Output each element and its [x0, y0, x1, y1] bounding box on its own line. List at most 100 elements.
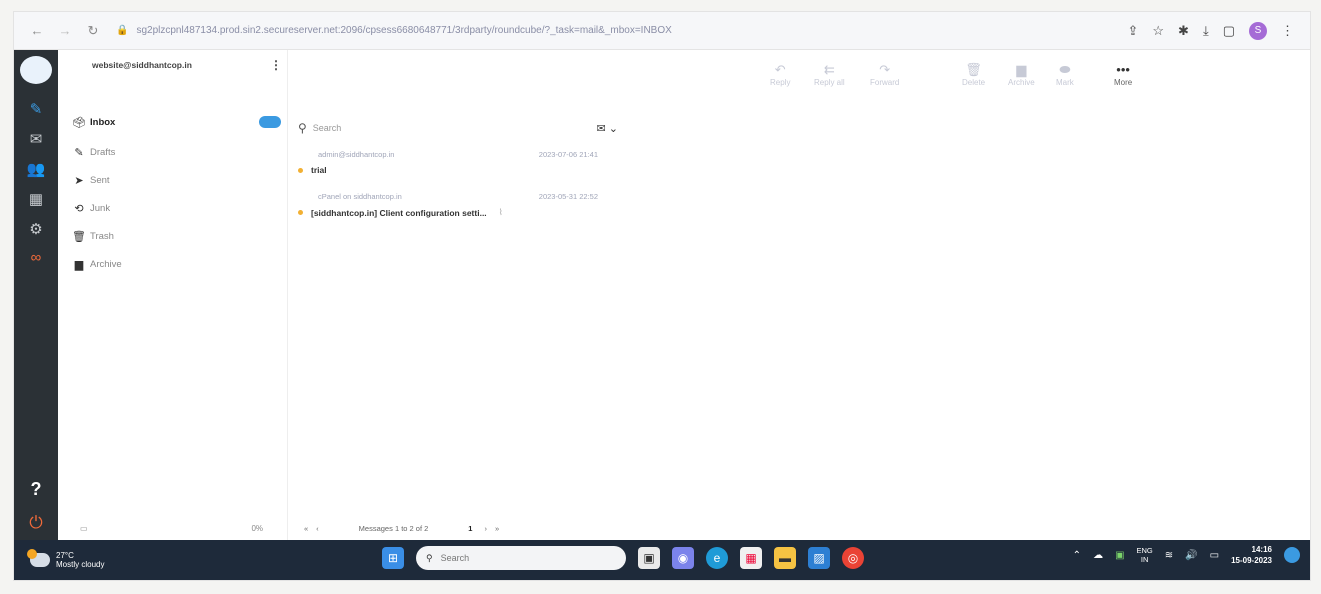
current-page: 1 — [468, 523, 473, 533]
browser-menu-icon[interactable]: ⋮ — [1281, 23, 1294, 39]
help-icon[interactable]: ? — [22, 478, 50, 500]
message-subject-row: [siddhantcop.in] Client configuration se… — [298, 207, 598, 218]
toolbar-reply-all-button[interactable]: ⇇ Reply all — [814, 62, 845, 87]
toolbar-label: Delete — [962, 78, 986, 87]
address-bar[interactable]: 🔒 sg2plzcpnl487134.prod.sin2.secureserve… — [116, 19, 1036, 43]
download-icon[interactable]: ⤓ — [1203, 23, 1209, 39]
task-view-icon[interactable]: ▣ — [638, 547, 660, 569]
volume-icon[interactable]: 🔊 — [1185, 550, 1197, 561]
attachment-icon: ⌇ — [498, 207, 503, 217]
clock-date: 15-09-2023 — [1231, 556, 1272, 565]
reload-icon[interactable]: ↻ — [84, 23, 102, 39]
toolbar-delete-button[interactable]: 🗑 Delete — [962, 62, 985, 87]
settings-icon[interactable]: ⚙ — [22, 218, 50, 240]
chat-icon[interactable]: ◉ — [672, 547, 694, 569]
tray-app-icon[interactable]: ▣ — [1115, 550, 1124, 561]
account-email: website@siddhantcop.in — [92, 60, 192, 70]
folder-sent[interactable]: ➤ Sent — [68, 170, 283, 190]
taskbar-search[interactable]: ⚲ Search — [416, 546, 626, 570]
folder-trash[interactable]: 🗑 Trash — [68, 226, 283, 246]
archive-icon: ▆ — [1016, 62, 1027, 77]
toolbar-label: Reply — [770, 78, 791, 87]
star-icon[interactable]: ☆ — [1152, 23, 1164, 39]
calendar-icon[interactable]: ▦ — [22, 188, 50, 210]
battery-icon[interactable]: ▭ — [1210, 550, 1219, 561]
message-row[interactable]: cPanel on siddhantcop.in 2023-05-31 22:52… — [298, 192, 598, 218]
toolbar-forward-button[interactable]: ↷ Forward — [870, 62, 899, 87]
message-meta: admin@siddhantcop.in 2023-07-06 21:41 — [298, 150, 598, 159]
mail-icon[interactable]: ✉ — [22, 128, 50, 150]
chrome-icon[interactable]: ◎ — [842, 547, 864, 569]
toolbar-reply-button[interactable]: ↶ Reply — [770, 62, 790, 87]
folder-label: Inbox — [90, 116, 116, 128]
onedrive-icon[interactable]: ☁ — [1093, 550, 1103, 561]
toolbar-label: Mark — [1056, 78, 1074, 87]
message-row[interactable]: admin@siddhantcop.in 2023-07-06 21:41 tria… — [298, 150, 598, 175]
message-from: cPanel on siddhantcop.in — [318, 192, 402, 201]
taskbar-search-icon: ⚲ — [426, 552, 433, 563]
edge-icon[interactable]: e — [706, 547, 728, 569]
folder-pane: website@siddhantcop.in ⋮ 🗳 Inbox ✎ Drafts ➤ S… — [58, 50, 288, 540]
cpanel-icon[interactable]: ∞ — [22, 246, 50, 268]
toolbar-mark-button[interactable]: ⬬ Mark — [1056, 62, 1074, 87]
photos-icon[interactable]: ▨ — [808, 547, 830, 569]
prev-page-icon[interactable]: ‹ — [316, 524, 319, 533]
folder-label: Sent — [90, 174, 110, 186]
unread-dot-icon — [298, 210, 303, 215]
clock[interactable]: 14:16 15-09-2023 — [1231, 544, 1272, 566]
extensions-icon[interactable]: ✱ — [1178, 23, 1189, 39]
weather-cloud-icon — [27, 549, 50, 567]
sidebar-toggle-icon[interactable]: ▢ — [1223, 23, 1235, 39]
envelope-filter-icon[interactable]: ✉ ⌄ — [597, 122, 619, 135]
file-explorer-icon[interactable]: ▬ — [774, 547, 796, 569]
first-page-icon[interactable]: « — [304, 524, 308, 533]
account-menu-icon[interactable]: ⋮ — [270, 58, 282, 72]
windows-taskbar: 27°C Mostly cloudy ⊞ ⚲ Search ▣ ◉ e ▦ ▬ … — [14, 540, 1310, 580]
reply-all-icon: ⇇ — [823, 62, 835, 77]
back-icon[interactable]: ← — [28, 23, 46, 38]
notification-icon[interactable] — [1284, 547, 1300, 563]
browser-tools: ⇪ ☆ ✱ ⤓ ▢ S ⋮ — [1127, 21, 1310, 40]
weather-temp: 27°C — [56, 551, 74, 560]
contacts-icon[interactable]: 👥 — [22, 158, 50, 180]
next-page-icon[interactable]: › — [484, 524, 487, 533]
message-from: admin@siddhantcop.in — [318, 150, 395, 159]
archive-icon: ▆ — [74, 258, 84, 271]
share-icon[interactable]: ⇪ — [1127, 23, 1138, 39]
search-bar[interactable]: ⚲ Search ✉ ⌄ — [298, 118, 618, 138]
message-subject-row: trial — [298, 165, 598, 175]
tray-overflow-icon[interactable]: ⌃ — [1073, 550, 1081, 561]
message-meta: cPanel on siddhantcop.in 2023-05-31 22:52 — [298, 192, 598, 201]
search-input[interactable]: Search — [313, 123, 342, 133]
taskbar-search-input[interactable]: Search — [441, 553, 470, 563]
language-indicator[interactable]: ENG IN — [1137, 546, 1153, 564]
forward-icon: ↷ — [879, 62, 891, 77]
toolbar-more-button[interactable]: ••• More — [1114, 62, 1132, 87]
weather-widget[interactable]: 27°C Mostly cloudy — [27, 549, 104, 569]
url-text: sg2plzcpnl487134.prod.sin2.secureserver.… — [136, 25, 672, 36]
wifi-icon[interactable]: ≋ — [1165, 550, 1173, 561]
compose-icon[interactable]: ✎ — [22, 98, 50, 120]
toolbar-archive-button[interactable]: ▆ Archive — [1008, 62, 1035, 87]
folder-actions-icon[interactable]: ▭ — [80, 524, 88, 533]
store-icon[interactable]: ▦ — [740, 547, 762, 569]
quota-text: 0% — [251, 523, 263, 533]
profile-avatar[interactable]: S — [1249, 21, 1267, 40]
junk-icon: ⟲ — [74, 202, 84, 215]
windows-start-icon[interactable]: ⊞ — [382, 547, 404, 569]
last-page-icon[interactable]: » — [495, 524, 499, 533]
folder-archive[interactable]: ▆ Archive — [68, 254, 283, 274]
folder-junk[interactable]: ⟲ Junk — [68, 198, 283, 218]
forward-icon[interactable]: → — [56, 23, 74, 38]
folder-inbox[interactable]: 🗳 Inbox — [68, 112, 283, 132]
region-code: IN — [1140, 555, 1149, 564]
message-date: 2023-05-31 22:52 — [538, 192, 598, 201]
pager: « ‹ Messages 1 to 2 of 2 1 › » — [288, 516, 618, 540]
taskbar-apps: ⊞ ⚲ Search ▣ ◉ e ▦ ▬ ▨ ◎ — [382, 546, 864, 570]
system-tray: ⌃ ☁ ▣ ENG IN ≋ 🔊 ▭ 14:16 15-09-2023 — [1073, 544, 1300, 566]
toolbar-label: Reply all — [814, 78, 845, 87]
logout-icon[interactable]: ⏻ — [22, 512, 50, 534]
message-list-pane: ⚲ Search ✉ ⌄ admin@siddhantcop.in 2023-07… — [288, 50, 618, 540]
folder-label: Junk — [90, 202, 111, 214]
folder-drafts[interactable]: ✎ Drafts — [68, 142, 283, 162]
